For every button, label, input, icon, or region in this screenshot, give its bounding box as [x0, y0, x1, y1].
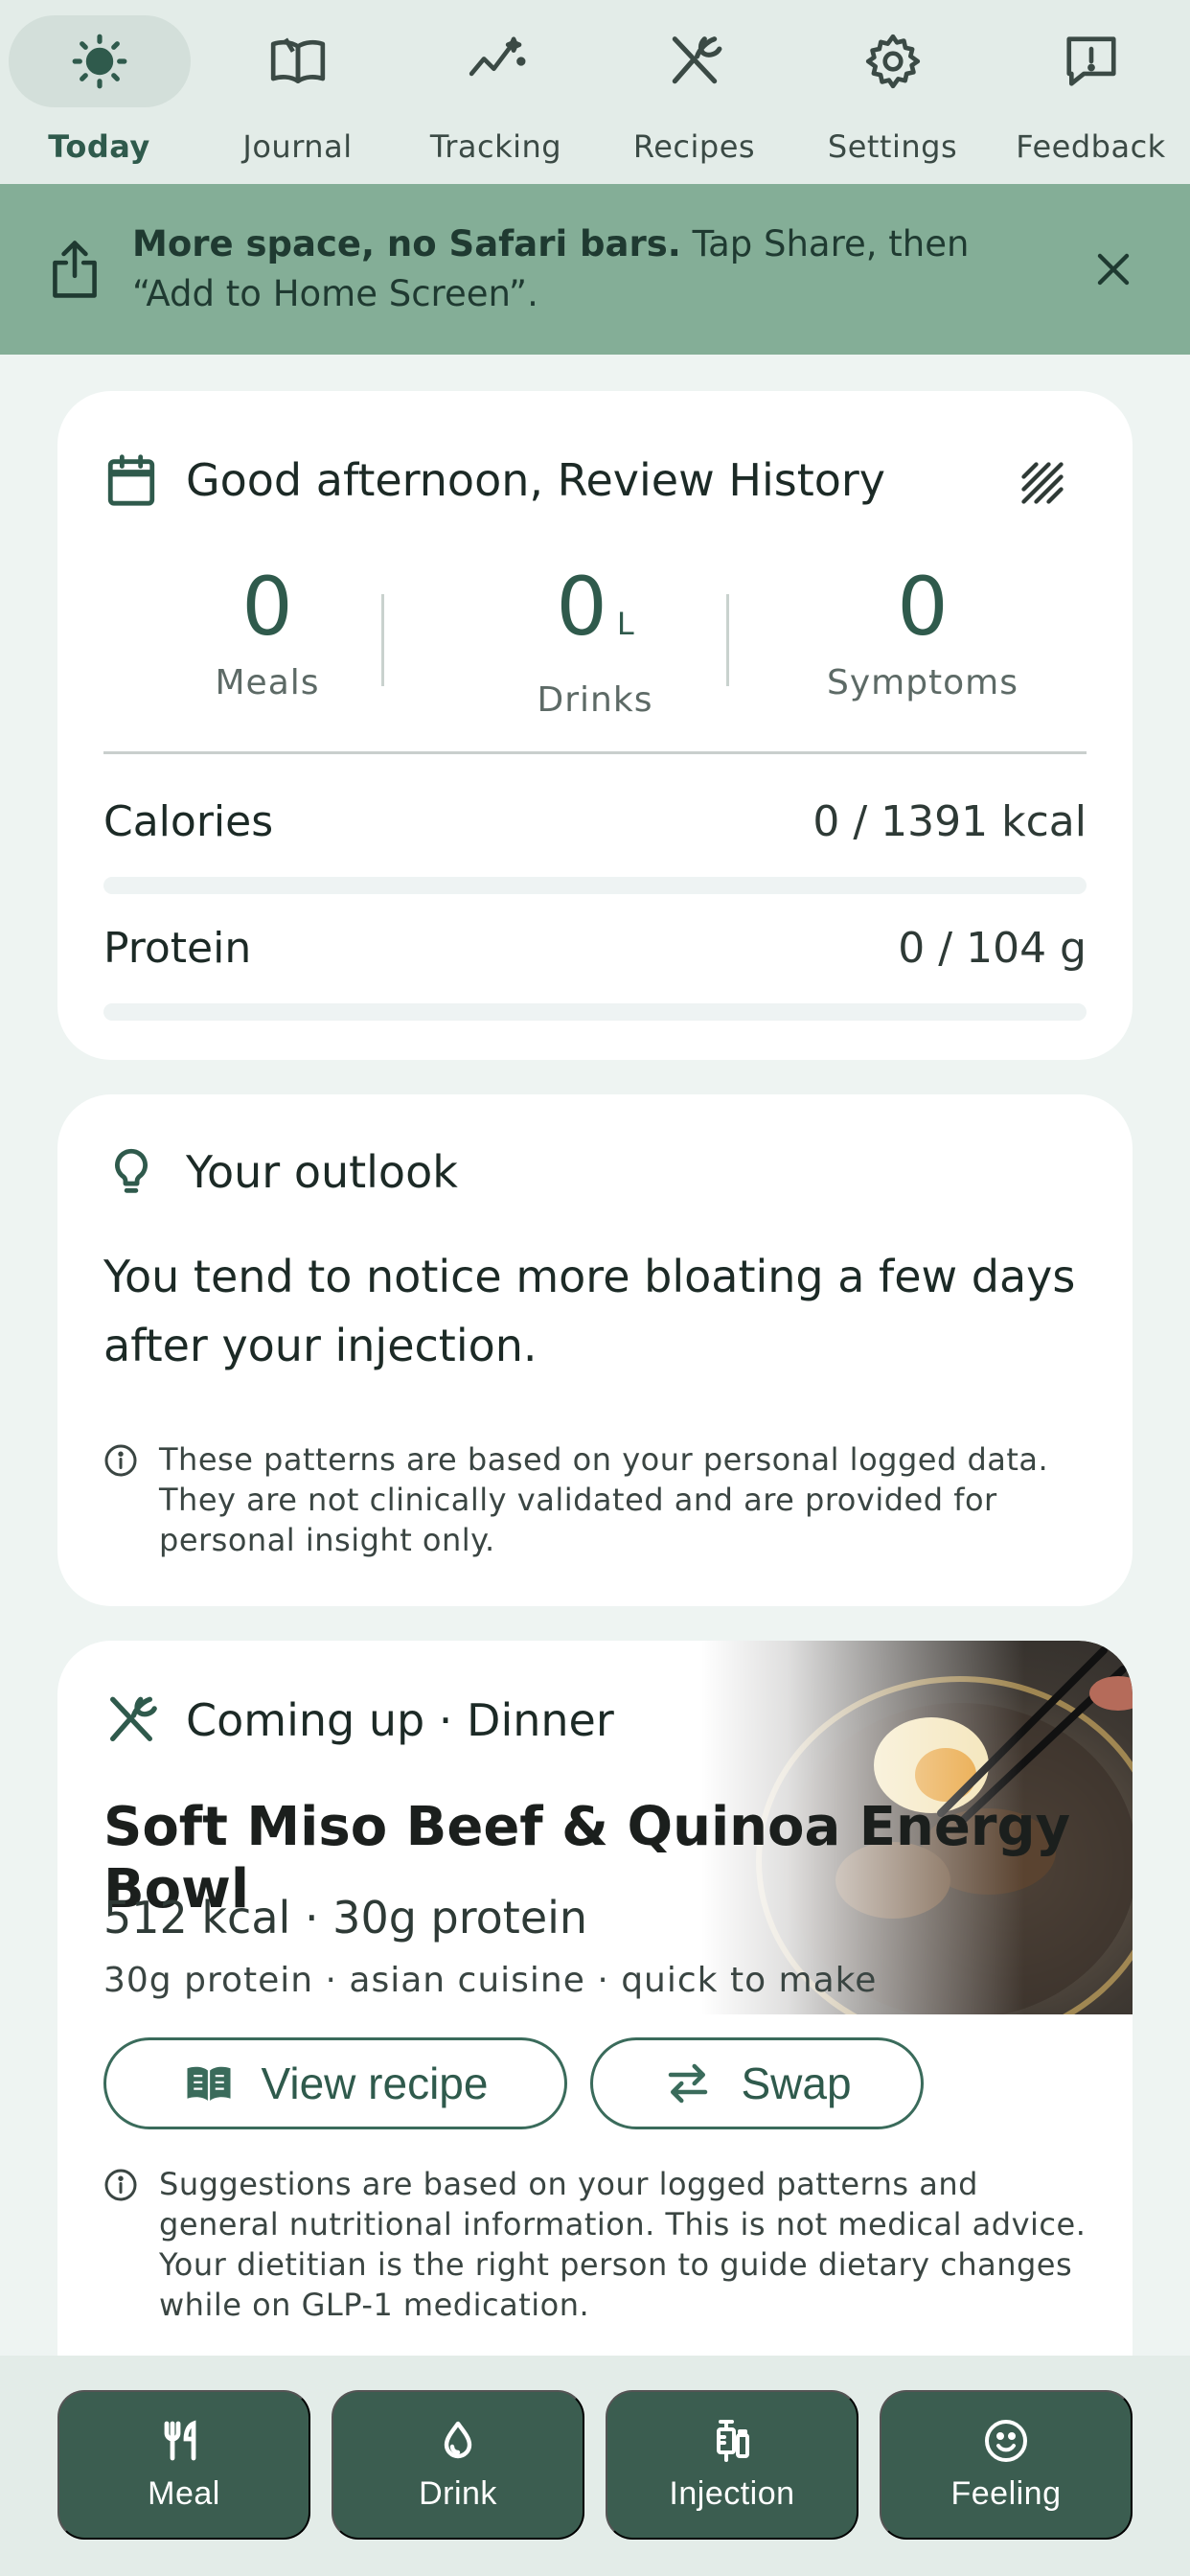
protein-label: Protein: [103, 924, 252, 973]
swap-label: Swap: [741, 2058, 852, 2108]
stat-drinks: 0L Drinks: [431, 560, 759, 720]
nav-item-feedback[interactable]: Feedback: [992, 0, 1190, 184]
utensils-icon: [164, 2419, 196, 2460]
fork-spoon-icon: [604, 15, 786, 107]
nav-label-journal: Journal: [242, 128, 353, 165]
droplet-icon: [444, 2421, 472, 2458]
log-meal-label: Meal: [148, 2474, 220, 2512]
banner-message: More space, no Safari bars. Tap Share, t…: [132, 219, 1042, 319]
summary-header: Good afternoon, Review History: [103, 452, 885, 508]
nav-item-today[interactable]: Today: [0, 0, 198, 184]
protein-metric: Protein 0 / 104 g: [103, 924, 1087, 1021]
info-icon: [104, 2169, 137, 2201]
outlook-insight-text: You tend to notice more bloating a few d…: [103, 1251, 1076, 1371]
calendar-icon: [107, 454, 155, 506]
add-to-home-banner: More space, no Safari bars. Tap Share, t…: [0, 184, 1190, 355]
daily-summary-card: Good afternoon, Review History 0 Meals 0…: [57, 391, 1133, 1060]
gear-icon: [802, 15, 984, 107]
calories-label: Calories: [103, 797, 274, 846]
outlook-title: Your outlook: [186, 1146, 458, 1198]
swap-arrows-icon: [669, 2063, 708, 2104]
hatch-pattern-icon[interactable]: [1018, 458, 1067, 508]
lightbulb-icon: [115, 1148, 148, 1193]
calories-progress-track: [103, 877, 1087, 894]
nav-label-feedback: Feedback: [1016, 128, 1166, 165]
log-drink-label: Drink: [419, 2474, 497, 2512]
dinner-disclaimer-text: Suggestions are based on your logged pat…: [159, 2166, 1087, 2323]
book-icon: [207, 15, 389, 107]
stat-symptoms-value: 0: [897, 560, 949, 654]
stat-drinks-unit: L: [616, 606, 634, 642]
banner-message-bold: More space, no Safari bars.: [132, 223, 681, 264]
nav-item-tracking[interactable]: Tracking: [397, 0, 595, 184]
calories-metric: Calories 0 / 1391 kcal: [103, 797, 1087, 894]
nav-item-recipes[interactable]: Recipes: [595, 0, 793, 184]
calories-value: 0 / 1391 kcal: [812, 797, 1087, 846]
stat-symptoms-label: Symptoms: [826, 663, 1019, 702]
stat-symptoms: 0 Symptoms: [759, 560, 1087, 702]
recipe-tags: 30g protein · asian cuisine · quick to m…: [103, 1961, 878, 2000]
fork-spoon-icon: [110, 1696, 157, 1741]
nav-item-journal[interactable]: Journal: [198, 0, 397, 184]
dinner-disclaimer: Suggestions are based on your logged pat…: [103, 2164, 1090, 2325]
quick-log-bar: Meal Drink Injection Feeling: [0, 2356, 1190, 2576]
top-navigation: Today Journal Tracking Recipes Settings …: [0, 0, 1190, 184]
sun-icon: [8, 15, 191, 107]
stat-divider: [381, 594, 384, 686]
trend-sparkle-icon: [405, 15, 587, 107]
dinner-header: Coming up · Dinner: [103, 1692, 614, 1748]
protein-value: 0 / 104 g: [898, 924, 1087, 973]
view-recipe-button[interactable]: View recipe: [103, 2037, 567, 2129]
info-icon: [104, 1444, 137, 1477]
log-feeling-label: Feeling: [950, 2474, 1062, 2512]
nav-label-tracking: Tracking: [429, 128, 562, 165]
smile-icon: [985, 2419, 1027, 2462]
feedback-icon: [1000, 15, 1182, 107]
syringe-icon: [717, 2419, 749, 2462]
log-drink-button[interactable]: Drink: [332, 2390, 584, 2540]
stat-drinks-value: 0L: [556, 560, 634, 654]
nav-label-settings: Settings: [827, 128, 958, 165]
recipe-nutrition: 512 kcal · 30g protein: [103, 1892, 588, 1944]
share-icon: [46, 239, 103, 300]
stats-row: 0 Meals 0L Drinks 0 Symptoms: [103, 560, 1087, 720]
protein-progress-track: [103, 1003, 1087, 1021]
log-feeling-button[interactable]: Feeling: [880, 2390, 1133, 2540]
outlook-disclaimer-text: These patterns are based on your persona…: [159, 1441, 1049, 1558]
outlook-disclaimer: These patterns are based on your persona…: [103, 1439, 1090, 1560]
log-injection-button[interactable]: Injection: [606, 2390, 858, 2540]
nav-item-settings[interactable]: Settings: [793, 0, 992, 184]
stat-drinks-label: Drinks: [537, 680, 653, 720]
stat-divider: [726, 594, 729, 686]
log-injection-label: Injection: [669, 2474, 795, 2512]
nav-label-recipes: Recipes: [632, 128, 756, 165]
swap-button[interactable]: Swap: [590, 2037, 924, 2129]
outlook-card: Your outlook You tend to notice more blo…: [57, 1094, 1133, 1606]
dinner-heading: Coming up · Dinner: [186, 1694, 614, 1746]
open-book-icon: [187, 2066, 231, 2101]
log-meal-button[interactable]: Meal: [57, 2390, 310, 2540]
divider: [103, 751, 1087, 754]
close-icon[interactable]: [1090, 246, 1136, 292]
outlook-header: Your outlook: [103, 1144, 458, 1200]
greeting-text: Good afternoon, Review History: [186, 454, 886, 506]
view-recipe-label: View recipe: [261, 2058, 489, 2108]
nav-label-today: Today: [48, 128, 150, 165]
